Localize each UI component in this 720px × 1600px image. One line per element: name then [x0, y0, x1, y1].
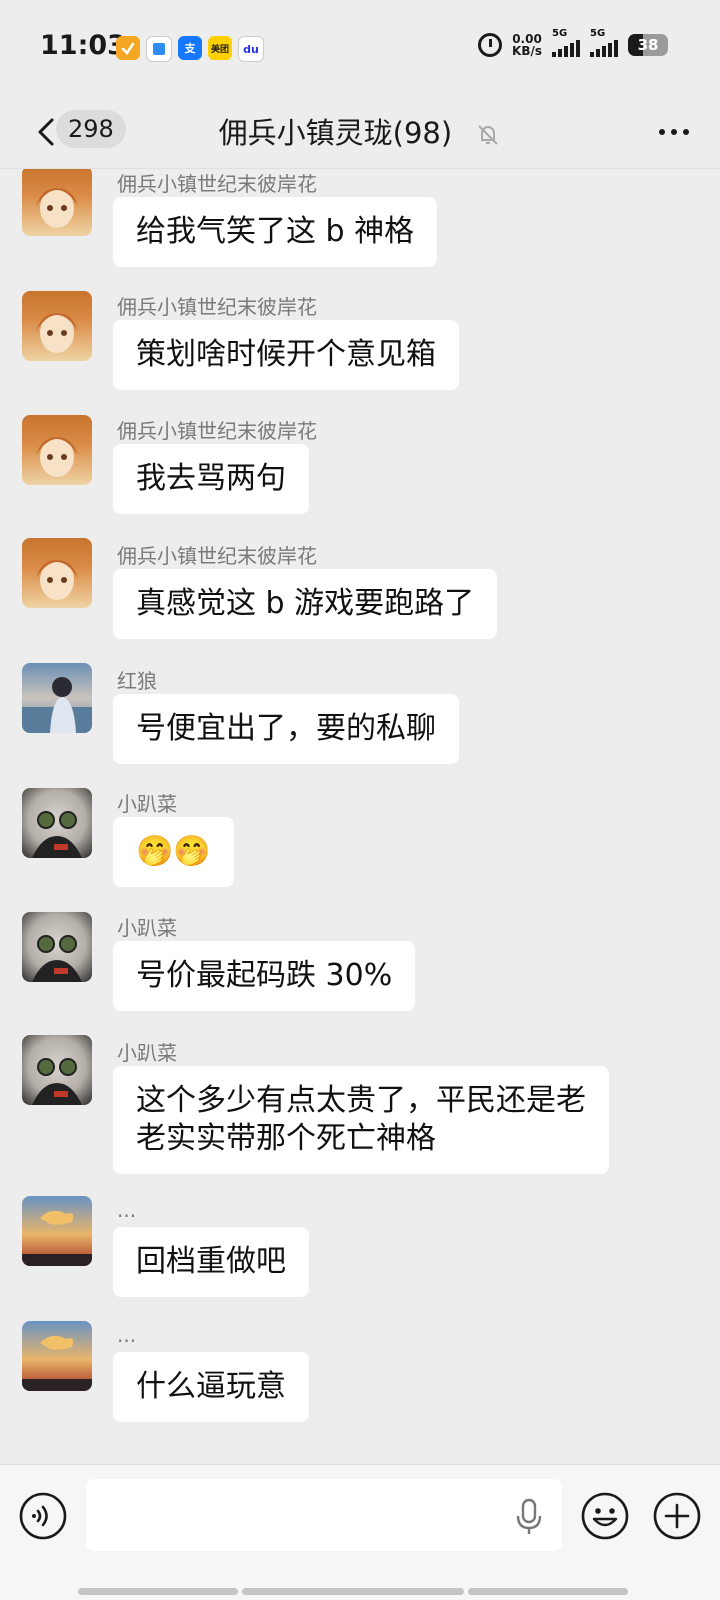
girl-avatar[interactable] — [22, 538, 92, 608]
message-list[interactable]: 佣兵小镇世纪末彼岸花 给我气笑了这 b 神格 佣兵小镇世纪末彼岸花 策划啥时候开… — [0, 169, 720, 1464]
alarm-icon — [478, 32, 503, 57]
message-input[interactable] — [86, 1479, 562, 1551]
gesture-handle[interactable] — [242, 1588, 464, 1595]
notification-icons: 支 美团 du — [116, 36, 264, 62]
app-notification-icon — [116, 36, 140, 60]
emoji-icon[interactable] — [580, 1491, 630, 1541]
sender-name: 红狼 — [117, 669, 157, 693]
status-bar: 11:03 支 美团 du 0.00 KB/s 5G 5G 38 — [0, 0, 720, 96]
signal-icon: 5G — [552, 28, 580, 57]
sender-name: 小趴菜 — [117, 792, 177, 816]
girl-avatar[interactable] — [22, 169, 92, 236]
sender-name: 佣兵小镇世纪末彼岸花 — [117, 544, 317, 568]
signal-icon: 5G — [590, 28, 618, 57]
message-bubble[interactable]: 我去骂两句 — [113, 444, 309, 514]
message-bubble[interactable]: 回档重做吧 — [113, 1227, 309, 1297]
gesture-handle[interactable] — [78, 1588, 238, 1595]
message-bubble[interactable]: 什么逼玩意 — [113, 1352, 309, 1422]
battery-icon: 38 — [628, 33, 668, 56]
sender-name: 小趴菜 — [117, 1041, 177, 1065]
alipay-icon: 支 — [178, 36, 202, 60]
message-bubble[interactable]: 号便宜出了，要的私聊 — [113, 694, 459, 764]
baidu-icon: du — [238, 36, 264, 62]
sender-name: 佣兵小镇世纪末彼岸花 — [117, 419, 317, 443]
sender-name: 佣兵小镇世纪末彼岸花 — [117, 295, 317, 319]
cat-avatar[interactable] — [22, 1035, 92, 1105]
message-bubble[interactable]: 真感觉这 b 游戏要跑路了 — [113, 569, 498, 639]
sender-name: 佣兵小镇世纪末彼岸花 — [117, 172, 317, 196]
message-bubble[interactable]: 策划啥时候开个意见箱 — [113, 320, 459, 390]
sender-name: ... — [117, 1198, 137, 1222]
gesture-navigation-bar — [0, 1572, 720, 1600]
status-indicators: 0.00 KB/s 5G 5G 38 — [478, 28, 668, 58]
sky-avatar[interactable] — [22, 1196, 92, 1266]
message-bubble[interactable]: 🤭🤭 — [113, 817, 234, 887]
status-time: 11:03 — [40, 30, 126, 61]
message-bubble[interactable]: 号价最起码跌 30% — [113, 941, 416, 1011]
sky-avatar[interactable] — [22, 1321, 92, 1391]
plus-icon[interactable] — [652, 1491, 702, 1541]
message-bubble[interactable]: 这个多少有点太贵了，平民还是老 老实实带那个死亡神格 — [113, 1066, 609, 1174]
input-bar — [0, 1464, 720, 1573]
boy-avatar[interactable] — [22, 663, 92, 733]
girl-avatar[interactable] — [22, 415, 92, 485]
network-speed: 0.00 KB/s — [512, 31, 542, 58]
cat-avatar[interactable] — [22, 788, 92, 858]
sender-name: 小趴菜 — [117, 916, 177, 940]
voice-icon[interactable] — [18, 1491, 68, 1541]
meituan-icon: 美团 — [208, 36, 232, 60]
app-notification-icon — [146, 36, 172, 62]
sender-name: ... — [117, 1323, 137, 1347]
chat-header: 298 佣兵小镇灵珑(98) — [0, 96, 720, 169]
cat-avatar[interactable] — [22, 912, 92, 982]
bell-off-icon — [478, 125, 499, 145]
girl-avatar[interactable] — [22, 291, 92, 361]
chat-title: 佣兵小镇灵珑(98) — [0, 110, 720, 152]
gesture-handle[interactable] — [468, 1588, 628, 1595]
mic-icon[interactable] — [514, 1497, 544, 1537]
more-horizontal-icon[interactable] — [654, 114, 694, 150]
message-bubble[interactable]: 给我气笑了这 b 神格 — [113, 197, 438, 267]
